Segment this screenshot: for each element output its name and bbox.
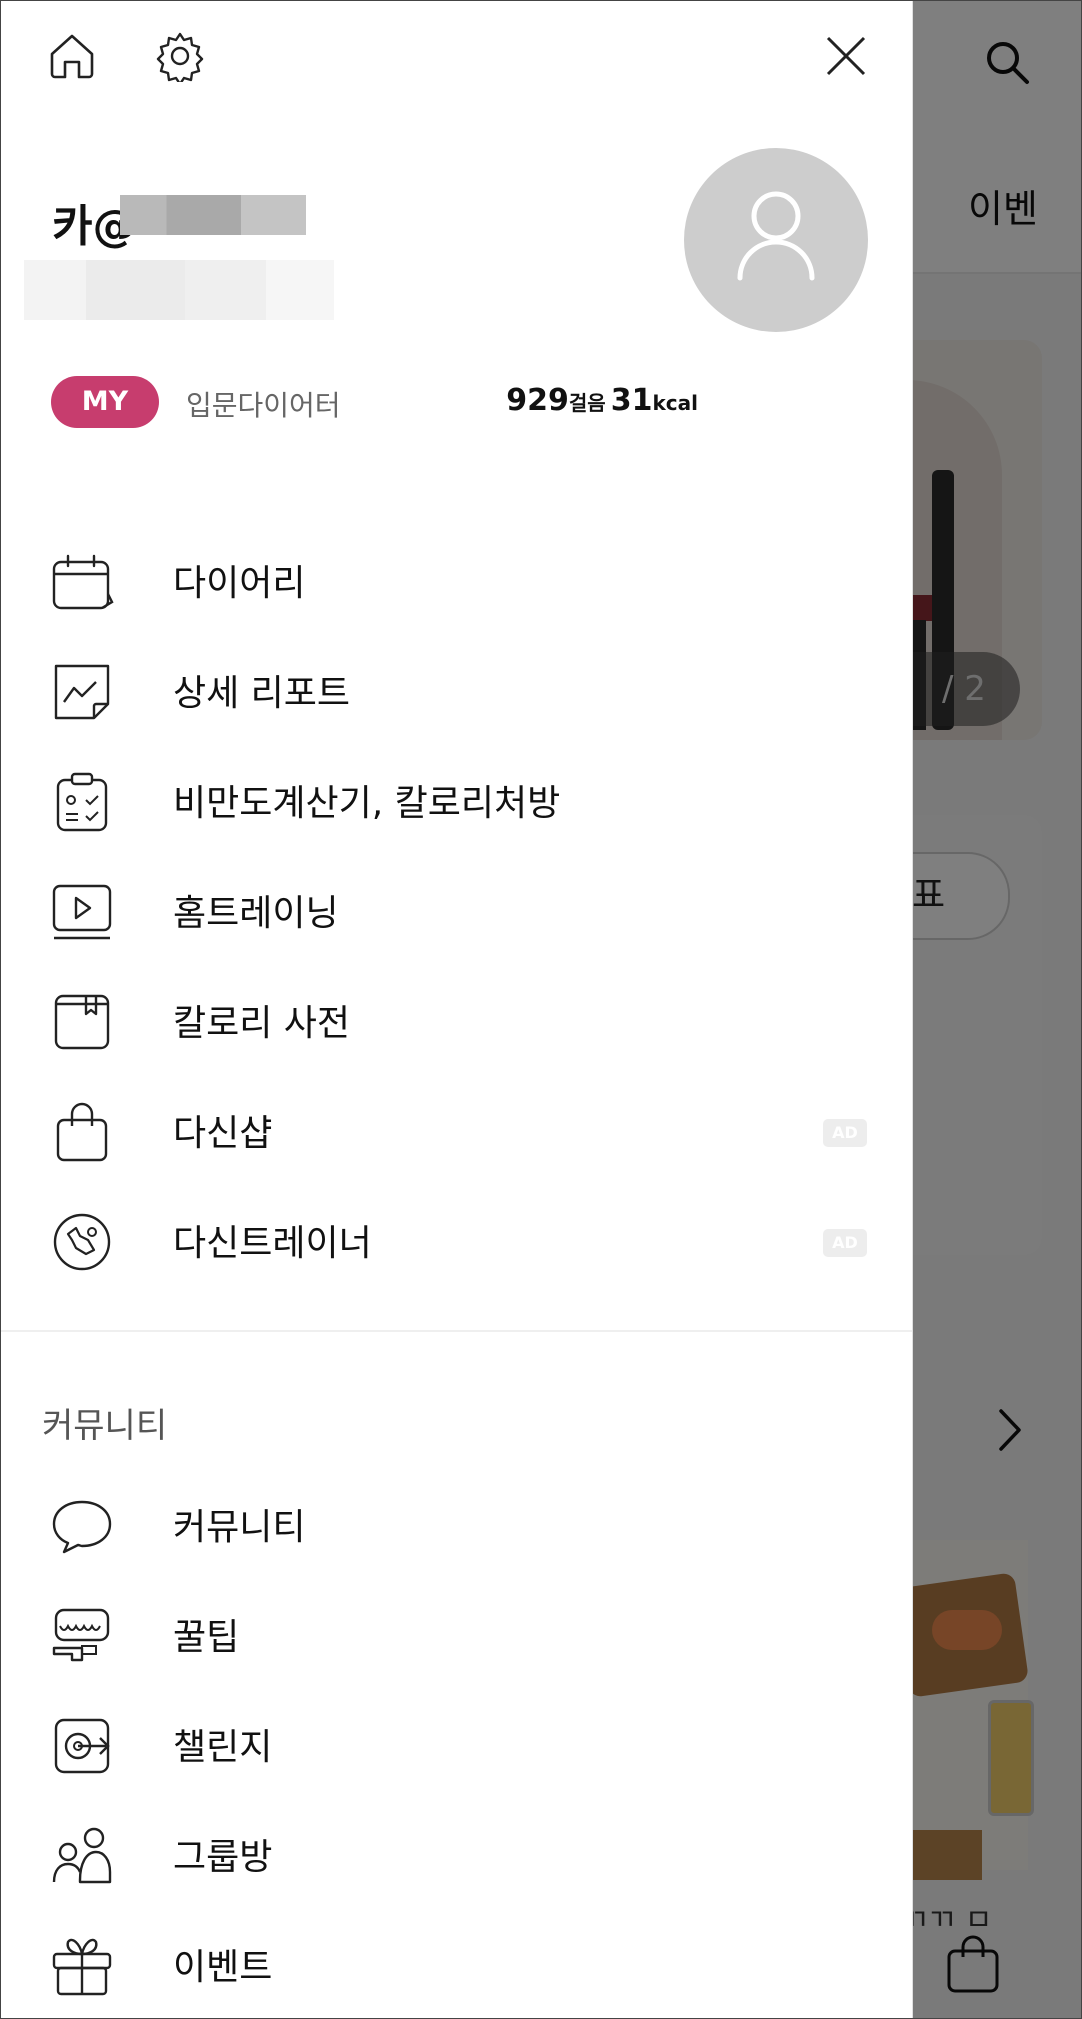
menu-label: 홈트레이닝 bbox=[173, 893, 339, 934]
menu-item-home-training[interactable]: 홈트레이닝 bbox=[0, 862, 912, 952]
menu-item-dasin-trainer[interactable]: 다신트레이너 AD bbox=[0, 1192, 912, 1282]
report-chart-icon bbox=[50, 660, 114, 724]
group-people-icon bbox=[50, 1824, 114, 1888]
redacted-username bbox=[120, 195, 306, 235]
shopping-bag-icon bbox=[50, 1100, 114, 1164]
honey-tip-icon bbox=[50, 1604, 114, 1668]
close-icon[interactable] bbox=[820, 30, 872, 82]
steps-value: 929 bbox=[506, 383, 569, 418]
menu-label: 챌린지 bbox=[173, 1727, 273, 1768]
menu-item-dasin-shop[interactable]: 다신샵 AD bbox=[0, 1082, 912, 1172]
bookmark-book-icon bbox=[50, 990, 114, 1054]
avatar[interactable] bbox=[684, 148, 868, 332]
menu-label: 다이어리 bbox=[173, 563, 306, 604]
user-level: 입문다이어터 bbox=[186, 389, 341, 422]
trainer-badge-icon bbox=[50, 1210, 114, 1274]
person-icon bbox=[737, 191, 815, 281]
menu-label: 이벤트 bbox=[173, 1947, 273, 1988]
menu-item-report[interactable]: 상세 리포트 bbox=[0, 642, 912, 732]
menu-item-bmi-calculator[interactable]: 비만도계산기, 칼로리처방 bbox=[0, 752, 912, 842]
gear-icon[interactable] bbox=[154, 30, 206, 82]
clipboard-checklist-icon bbox=[50, 770, 114, 834]
menu-label: 그룹방 bbox=[173, 1837, 273, 1878]
community-section-title: 커뮤니티 bbox=[42, 1406, 168, 1446]
menu-item-community[interactable]: 커뮤니티 bbox=[0, 1476, 912, 1566]
section-divider bbox=[0, 1330, 912, 1332]
video-play-icon bbox=[50, 880, 114, 944]
ad-badge: AD bbox=[823, 1119, 867, 1147]
menu-label: 상세 리포트 bbox=[173, 673, 351, 714]
menu-label: 칼로리 사전 bbox=[173, 1003, 351, 1044]
kcal-unit: kcal bbox=[652, 391, 698, 415]
ad-badge: AD bbox=[823, 1229, 867, 1257]
activity-stats: 929걸음 31kcal bbox=[506, 383, 698, 418]
calendar-icon bbox=[50, 550, 114, 614]
speech-bubble-icon bbox=[50, 1494, 114, 1558]
menu-label: 커뮤니티 bbox=[173, 1507, 306, 1548]
kcal-value: 31 bbox=[610, 383, 653, 418]
menu-label: 다신샵 bbox=[173, 1113, 273, 1154]
gift-box-icon bbox=[50, 1934, 114, 1998]
menu-item-diary[interactable]: 다이어리 bbox=[0, 532, 912, 622]
redacted-email bbox=[24, 260, 334, 320]
menu-label: 다신트레이너 bbox=[173, 1223, 372, 1264]
my-badge-button[interactable]: MY bbox=[51, 376, 159, 428]
menu-label: 비만도계산기, 칼로리처방 bbox=[173, 783, 561, 824]
menu-item-calorie-dictionary[interactable]: 칼로리 사전 bbox=[0, 972, 912, 1062]
menu-item-challenge[interactable]: 챌린지 bbox=[0, 1696, 912, 1786]
home-icon[interactable] bbox=[46, 30, 98, 82]
side-drawer: 카@ MY 입문다이어터 929걸음 31kcal 다이어리 상세 리포트 비만… bbox=[0, 0, 913, 2019]
menu-item-group-room[interactable]: 그룹방 bbox=[0, 1806, 912, 1896]
menu-label: 꿀팁 bbox=[173, 1617, 240, 1658]
target-arrow-icon bbox=[50, 1714, 114, 1778]
menu-item-event[interactable]: 이벤트 bbox=[0, 1916, 912, 2006]
steps-unit: 걸음 bbox=[568, 391, 606, 415]
menu-item-honey-tips[interactable]: 꿀팁 bbox=[0, 1586, 912, 1676]
